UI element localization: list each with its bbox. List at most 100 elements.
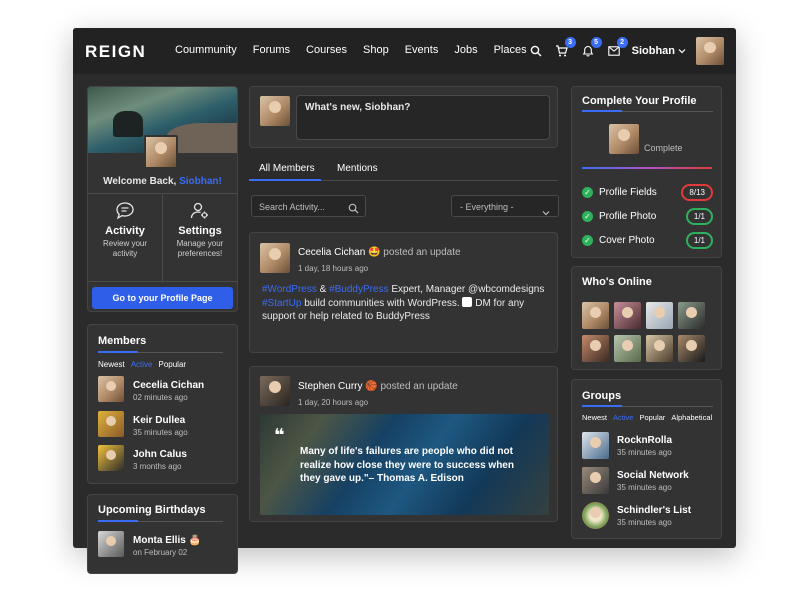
group-avatar[interactable] [582,467,609,494]
whats-new-input[interactable]: What's new, Siobhan? [296,95,550,140]
member-time: 02 minutes ago [133,393,188,402]
group-avatar[interactable] [582,432,609,459]
activity-search[interactable]: Search Activity... [251,195,366,217]
basketball-icon: 🏀 [365,381,378,392]
tab-active[interactable]: Active [613,413,633,422]
user-settings-icon [163,201,237,223]
member-avatar[interactable] [98,411,124,437]
hashtag-link[interactable]: #BuddyPress [329,284,388,295]
member-name[interactable]: John Calus [133,449,187,460]
search-icon[interactable] [348,201,359,219]
activity-link[interactable]: Activity Review your activity [88,201,162,259]
online-avatar[interactable] [646,302,673,329]
post-time[interactable]: 1 day, 18 hours ago [298,264,368,273]
welcome-name[interactable]: Siobhan! [179,176,222,187]
online-avatar[interactable] [678,335,705,362]
member-name[interactable]: Cecelia Cichan [133,380,204,391]
complete-profile-title: Complete Your Profile [582,95,697,107]
user-avatar[interactable] [696,37,724,65]
post-author-avatar[interactable] [260,376,290,406]
group-name[interactable]: RocknRolla [617,435,672,446]
nav-courses[interactable]: Courses [306,44,347,56]
post-author-avatar[interactable] [260,243,290,273]
title-underline [582,405,713,407]
chevron-down-icon [542,203,550,221]
activity-desc: Review your activity [102,239,147,258]
list-item: ✓ Cover Photo 1/1 [582,232,713,250]
nav-shop[interactable]: Shop [363,44,389,56]
online-avatar[interactable] [582,335,609,362]
activity-filter-select[interactable]: - Everything - [451,195,559,217]
nav-places[interactable]: Places [494,44,527,56]
tab-alphabetical[interactable]: Alphabetical [671,413,712,422]
settings-link[interactable]: Settings Manage your preferences! [163,201,237,259]
post-time[interactable]: 1 day, 20 hours ago [298,398,368,407]
nav-forums[interactable]: Forums [253,44,290,56]
site-logo[interactable]: REIGN [85,42,146,62]
post-author[interactable]: Cecelia Cichan [298,247,365,258]
nav-community[interactable]: Coummunity [175,44,237,56]
profile-item-label: Cover Photo [599,235,655,246]
tab-popular[interactable]: Popular [639,413,665,422]
tab-newest[interactable]: Newest [98,360,125,369]
post-quote-image[interactable]: ❝ Many of life's failures are people who… [260,414,549,515]
complete-profile-widget: Complete Your Profile Complete ✓ Profile… [571,86,722,258]
whos-online-title: Who's Online [582,276,652,288]
post-composer: What's new, Siobhan? [249,86,558,148]
group-name[interactable]: Social Network [617,470,689,481]
nav-jobs[interactable]: Jobs [454,44,477,56]
group-name[interactable]: Schindler's List [617,505,691,516]
birthday-name[interactable]: Monta Ellis [133,535,186,546]
hashtag-link[interactable]: #WordPress [262,284,317,295]
post-text: & [316,284,330,295]
tab-newest[interactable]: Newest [582,413,607,422]
title-underline [582,110,713,112]
groups-tabs: Newest Active Popular Alphabetical [582,413,718,422]
group-avatar[interactable] [582,502,609,529]
cake-icon: 🎂 [188,535,202,546]
user-menu[interactable]: Siobhan [632,45,686,57]
members-tabs: Newest Active Popular [98,360,192,369]
title-underline [98,520,223,522]
tab-mentions[interactable]: Mentions [337,163,378,174]
online-avatar[interactable] [582,302,609,329]
profile-item-label: Profile Photo [599,211,657,222]
online-avatar[interactable] [678,302,705,329]
tab-active[interactable]: Active [131,360,153,369]
post-author[interactable]: Stephen Curry [298,381,362,392]
profile-avatar[interactable] [144,135,178,169]
post-content: #WordPress & #BuddyPress Expert, Manager… [262,283,547,324]
group-time: 35 minutes ago [617,448,672,457]
post-header: Stephen Curry 🏀 posted an update [298,381,458,392]
search-icon[interactable] [528,43,544,59]
birthday-avatar[interactable] [98,531,124,557]
online-avatar[interactable] [614,335,641,362]
welcome-card: Welcome Back, Siobhan! Activity Review y… [87,86,238,312]
member-avatar[interactable] [98,445,124,471]
members-title: Members [98,335,147,347]
online-avatar[interactable] [614,302,641,329]
cart-icon[interactable]: 3 [554,37,576,59]
member-avatar[interactable] [98,376,124,402]
birthdays-widget: Upcoming Birthdays Monta Ellis 🎂 on Febr… [87,494,238,574]
birthday-date: on February 02 [133,548,188,557]
member-name[interactable]: Keir Dullea [133,415,185,426]
settings-desc: Manage your preferences! [176,239,224,258]
profile-page-button[interactable]: Go to your Profile Page [92,287,233,309]
bell-icon[interactable]: 5 [580,37,602,59]
top-bar: REIGN Coummunity Forums Courses Shop Eve… [73,28,736,74]
envelope-icon[interactable]: 2 [606,37,628,59]
chevron-down-icon [678,45,686,57]
online-members-grid [582,302,713,362]
tab-all-members[interactable]: All Members [259,163,315,174]
list-item: ✓ Profile Photo 1/1 [582,208,713,226]
settings-title: Settings [178,225,222,237]
post-text: build communities with WordPress. [301,297,460,309]
search-input[interactable]: Search Activity... [259,202,325,212]
online-avatar[interactable] [646,335,673,362]
activity-post: Cecelia Cichan 🤩 posted an update 1 day,… [249,232,558,353]
hashtag-link[interactable]: #StartUp [262,298,301,309]
welcome-prefix: Welcome Back, [103,176,180,187]
tab-popular[interactable]: Popular [158,360,186,369]
nav-events[interactable]: Events [405,44,439,56]
